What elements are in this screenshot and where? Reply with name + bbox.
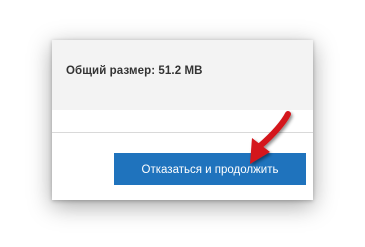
- divider: [52, 132, 313, 133]
- total-size-label: Общий размер: 51.2 MB: [66, 65, 203, 77]
- decline-and-continue-button[interactable]: Отказаться и продолжить: [114, 153, 306, 185]
- info-panel: Общий размер: 51.2 MB: [52, 40, 313, 110]
- installer-dialog: Общий размер: 51.2 MB Отказаться и продо…: [52, 40, 313, 200]
- screenshot-stage: Общий размер: 51.2 MB Отказаться и продо…: [0, 0, 365, 247]
